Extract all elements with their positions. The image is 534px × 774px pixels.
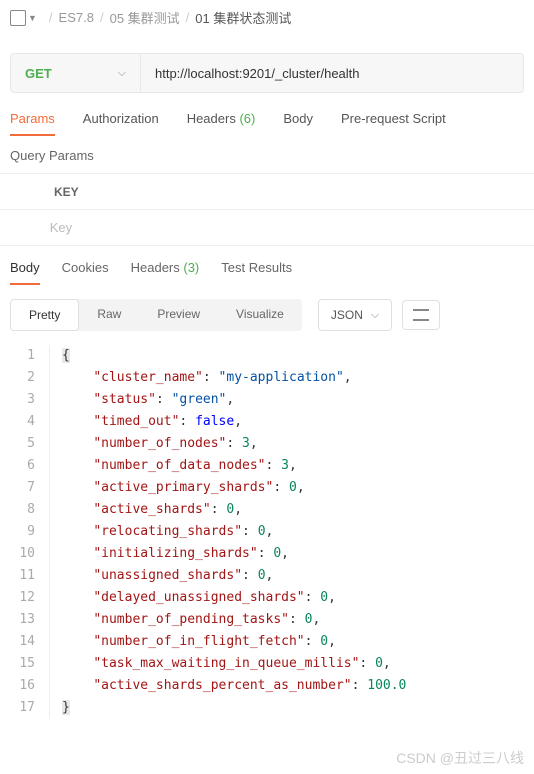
code-line: 7 "active_primary_shards": 0, xyxy=(0,477,534,499)
code-line: 1{ xyxy=(0,345,534,367)
view-tab-raw[interactable]: Raw xyxy=(79,299,139,331)
breadcrumb-item[interactable]: 05 集群测试 xyxy=(110,8,180,27)
query-params-title: Query Params xyxy=(0,136,534,173)
code-line: 17} xyxy=(0,697,534,719)
code-line: 11 "unassigned_shards": 0, xyxy=(0,565,534,587)
params-input-row xyxy=(0,210,534,246)
code-line: 5 "number_of_nodes": 3, xyxy=(0,433,534,455)
breadcrumb: ▼ / ES7.8 / 05 集群测试 / 01 集群状态测试 xyxy=(0,0,534,35)
chevron-down-icon: ⌵ xyxy=(118,67,126,80)
view-tab-preview[interactable]: Preview xyxy=(139,299,218,331)
chevron-down-icon[interactable]: ▼ xyxy=(28,13,37,23)
code-line: 2 "cluster_name": "my-application", xyxy=(0,367,534,389)
request-row: GET ⌵ xyxy=(10,53,524,93)
resp-tab-tests[interactable]: Test Results xyxy=(221,260,292,285)
tab-headers-label: Headers xyxy=(187,111,236,126)
code-line: 6 "number_of_data_nodes": 3, xyxy=(0,455,534,477)
view-row: Pretty Raw Preview Visualize JSON ⌵ xyxy=(0,285,534,341)
format-label: JSON xyxy=(331,308,363,322)
request-tabs: Params Authorization Headers (6) Body Pr… xyxy=(0,93,534,136)
method-select[interactable]: GET ⌵ xyxy=(11,54,141,92)
tab-params[interactable]: Params xyxy=(10,111,55,136)
view-tabs: Pretty Raw Preview Visualize xyxy=(10,299,302,331)
view-tab-pretty[interactable]: Pretty xyxy=(10,299,79,331)
code-line: 3 "status": "green", xyxy=(0,389,534,411)
code-line: 15 "task_max_waiting_in_queue_millis": 0… xyxy=(0,653,534,675)
code-line: 13 "number_of_pending_tasks": 0, xyxy=(0,609,534,631)
key-input[interactable] xyxy=(46,220,534,235)
code-line: 12 "delayed_unassigned_shards": 0, xyxy=(0,587,534,609)
tab-headers[interactable]: Headers (6) xyxy=(187,111,256,136)
resp-tab-headers-count: (3) xyxy=(183,260,199,275)
breadcrumb-item[interactable]: ES7.8 xyxy=(59,10,94,25)
collection-icon[interactable] xyxy=(10,10,26,26)
code-line: 16 "active_shards_percent_as_number": 10… xyxy=(0,675,534,697)
response-code[interactable]: 1{2 "cluster_name": "my-application",3 "… xyxy=(0,341,534,723)
method-label: GET xyxy=(25,66,52,81)
params-key-header: KEY xyxy=(50,185,79,199)
tab-prerequest[interactable]: Pre-request Script xyxy=(341,111,446,136)
wrap-button[interactable] xyxy=(402,300,440,330)
wrap-icon xyxy=(413,309,429,321)
code-line: 14 "number_of_in_flight_fetch": 0, xyxy=(0,631,534,653)
tab-authorization[interactable]: Authorization xyxy=(83,111,159,136)
watermark: CSDN @丑过三八线 xyxy=(396,748,524,768)
format-select[interactable]: JSON ⌵ xyxy=(318,299,392,331)
resp-tab-headers[interactable]: Headers (3) xyxy=(131,260,200,285)
breadcrumb-current: 01 集群状态测试 xyxy=(195,8,291,27)
resp-tab-cookies[interactable]: Cookies xyxy=(62,260,109,285)
response-tabs: Body Cookies Headers (3) Test Results xyxy=(0,246,534,285)
tab-headers-count: (6) xyxy=(239,111,255,126)
chevron-down-icon: ⌵ xyxy=(371,309,379,322)
code-line: 8 "active_shards": 0, xyxy=(0,499,534,521)
url-input[interactable] xyxy=(141,66,523,81)
view-tab-visualize[interactable]: Visualize xyxy=(218,299,302,331)
params-header-row: KEY xyxy=(0,174,534,210)
resp-tab-headers-label: Headers xyxy=(131,260,180,275)
code-line: 9 "relocating_shards": 0, xyxy=(0,521,534,543)
tab-body[interactable]: Body xyxy=(283,111,313,136)
code-line: 10 "initializing_shards": 0, xyxy=(0,543,534,565)
code-line: 4 "timed_out": false, xyxy=(0,411,534,433)
params-table: KEY xyxy=(0,173,534,246)
resp-tab-body[interactable]: Body xyxy=(10,260,40,285)
